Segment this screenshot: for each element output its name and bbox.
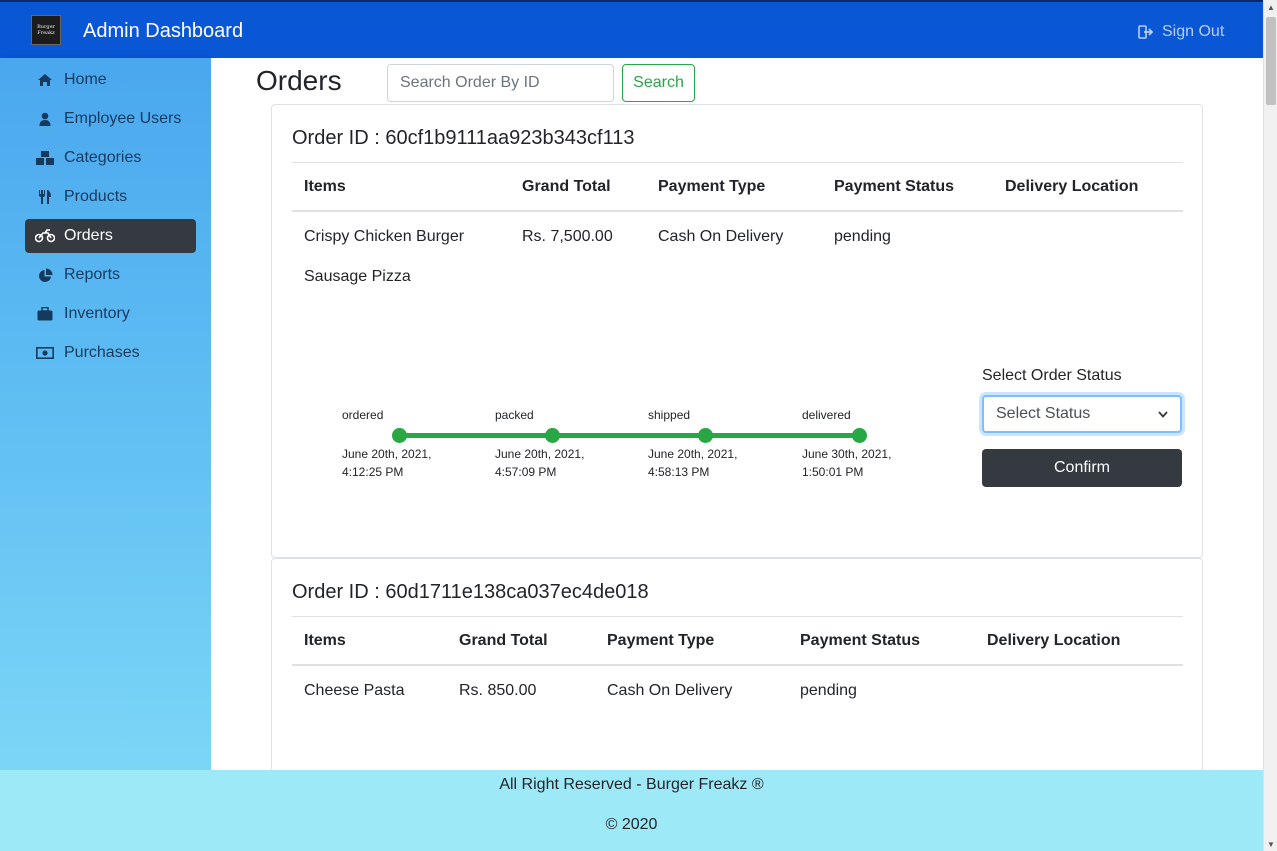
sidebar-item-label: Products — [64, 188, 128, 205]
grand-total-value: Rs. 7,500.00 — [522, 228, 613, 245]
page-title: Orders — [256, 65, 342, 96]
timeline-dot-delivered — [852, 428, 867, 443]
timeline-label-packed: packed — [495, 408, 534, 422]
sidebar-item-purchases[interactable]: Purchases — [25, 336, 196, 370]
cubes-icon — [35, 150, 55, 166]
column-header-items: Items — [304, 177, 346, 195]
sidebar-item-label: Reports — [64, 266, 121, 283]
order-card: Order ID : 60d1711e138ca037ec4de018 Item… — [271, 558, 1203, 770]
table-row: Crispy Chicken Burger Rs. 7,500.00 Cash … — [292, 212, 1183, 262]
order-id-heading: Order ID : 60cf1b9111aa923b343cf113 — [292, 127, 635, 149]
timeline-dot-ordered — [392, 428, 407, 443]
order-status-select[interactable]: Select Status — [982, 395, 1182, 433]
timeline-time-line: 4:12:25 PM — [342, 465, 404, 479]
chevron-down-icon — [1158, 410, 1168, 418]
sidebar-item-inventory[interactable]: Inventory — [25, 297, 196, 331]
column-header-delivery-location: Delivery Location — [1005, 177, 1139, 195]
home-icon — [35, 73, 55, 87]
sidebar-item-label: Employee Users — [64, 110, 182, 127]
confirm-status-button[interactable]: Confirm — [982, 449, 1182, 487]
sign-out-icon — [1138, 25, 1154, 39]
timeline-time-line: 4:57:09 PM — [495, 465, 557, 479]
sidebar-item-label: Home — [64, 71, 107, 88]
table-row: Cheese Pasta Rs. 850.00 Cash On Delivery… — [292, 666, 1183, 716]
sidebar-item-label: Inventory — [64, 305, 130, 322]
timeline-date-ordered: June 20th, 2021, 4:12:25 PM — [342, 445, 452, 481]
timeline-dot-shipped — [698, 428, 713, 443]
column-header-items: Items — [304, 631, 346, 649]
order-card: Order ID : 60cf1b9111aa923b343cf113 Item… — [271, 104, 1203, 558]
app-title[interactable]: Admin Dashboard — [83, 20, 243, 43]
motorcycle-icon — [35, 229, 55, 243]
main-content: Orders Search Order ID : 60cf1b9111aa923… — [211, 58, 1263, 770]
timeline-dot-packed — [545, 428, 560, 443]
payment-type-value: Cash On Delivery — [658, 228, 784, 245]
footer: All Right Reserved - Burger Freakz ® © 2… — [0, 770, 1263, 851]
payment-type-value: Cash On Delivery — [607, 682, 733, 699]
sidebar-item-label: Orders — [64, 227, 113, 244]
sidebar-item-products[interactable]: Products — [25, 180, 196, 214]
payment-status-value: pending — [834, 228, 891, 245]
order-status-label: Select Order Status — [982, 367, 1122, 384]
top-navbar: Burger Freakz Admin Dashboard Sign Out — [0, 0, 1263, 58]
table-header-row: Items Grand Total Payment Type Payment S… — [292, 617, 1183, 666]
timeline-date-line: June 30th, 2021, — [802, 447, 892, 461]
order-item: Cheese Pasta — [304, 682, 405, 699]
sidebar-item-categories[interactable]: Categories — [25, 141, 196, 175]
scrollbar-thumb[interactable] — [1266, 17, 1276, 105]
timeline-label-delivered: delivered — [802, 408, 851, 422]
grand-total-value: Rs. 850.00 — [459, 682, 537, 699]
column-header-payment-type: Payment Type — [658, 177, 766, 195]
order-table: Items Grand Total Payment Type Payment S… — [292, 616, 1183, 716]
order-id-heading: Order ID : 60d1711e138ca037ec4de018 — [292, 581, 649, 603]
search-order-input[interactable] — [387, 64, 614, 102]
sign-out-link[interactable]: Sign Out — [1138, 23, 1224, 41]
timeline-date-line: June 20th, 2021, — [648, 447, 738, 461]
order-status-select-value: Select Status — [996, 405, 1091, 422]
search-button[interactable]: Search — [622, 64, 695, 102]
briefcase-icon — [35, 307, 55, 321]
page-scrollbar[interactable]: ▲ ▼ — [1263, 0, 1277, 851]
column-header-payment-status: Payment Status — [800, 631, 921, 649]
brand-logo-text: Burger Freakz — [37, 24, 55, 36]
sidebar-item-label: Purchases — [64, 344, 140, 361]
column-header-payment-type: Payment Type — [607, 631, 715, 649]
sidebar-item-home[interactable]: Home — [25, 63, 196, 97]
sidebar-item-label: Categories — [64, 149, 142, 166]
timeline-label-shipped: shipped — [648, 408, 691, 422]
footer-copyright-text: All Right Reserved - Burger Freakz ® — [499, 776, 764, 793]
table-header-row: Items Grand Total Payment Type Payment S… — [292, 163, 1183, 212]
timeline-date-shipped: June 20th, 2021, 4:58:13 PM — [648, 445, 758, 481]
scroll-down-arrow-icon[interactable]: ▼ — [1264, 837, 1277, 851]
timeline-progress-line — [399, 433, 860, 438]
order-item: Crispy Chicken Burger — [304, 228, 465, 245]
sidebar-item-reports[interactable]: Reports — [25, 258, 196, 292]
sidebar-item-employee-users[interactable]: Employee Users — [25, 102, 196, 136]
sign-out-label: Sign Out — [1162, 23, 1225, 40]
sidebar-item-orders[interactable]: Orders — [25, 219, 196, 253]
column-header-delivery-location: Delivery Location — [987, 631, 1121, 649]
order-item: Sausage Pizza — [304, 268, 411, 285]
user-icon — [35, 112, 55, 126]
brand-logo[interactable]: Burger Freakz — [31, 15, 61, 45]
pie-chart-icon — [35, 268, 55, 283]
order-table: Items Grand Total Payment Type Payment S… — [292, 162, 1183, 262]
timeline-time-line: 1:50:01 PM — [802, 465, 864, 479]
timeline-time-line: 4:58:13 PM — [648, 465, 710, 479]
money-bill-icon — [35, 347, 55, 359]
footer-year-text: © 2020 — [605, 816, 658, 833]
column-header-grand-total: Grand Total — [459, 631, 548, 649]
timeline-date-line: June 20th, 2021, — [495, 447, 585, 461]
payment-status-value: pending — [800, 682, 857, 699]
timeline-date-packed: June 20th, 2021, 4:57:09 PM — [495, 445, 605, 481]
utensils-icon — [35, 189, 55, 205]
timeline-date-delivered: June 30th, 2021, 1:50:01 PM — [802, 445, 912, 481]
scroll-up-arrow-icon[interactable]: ▲ — [1264, 0, 1277, 14]
timeline-label-ordered: ordered — [342, 408, 384, 422]
column-header-payment-status: Payment Status — [834, 177, 955, 195]
sidebar: Home Employee Users Categories Products … — [0, 58, 211, 770]
column-header-grand-total: Grand Total — [522, 177, 611, 195]
timeline-date-line: June 20th, 2021, — [342, 447, 432, 461]
